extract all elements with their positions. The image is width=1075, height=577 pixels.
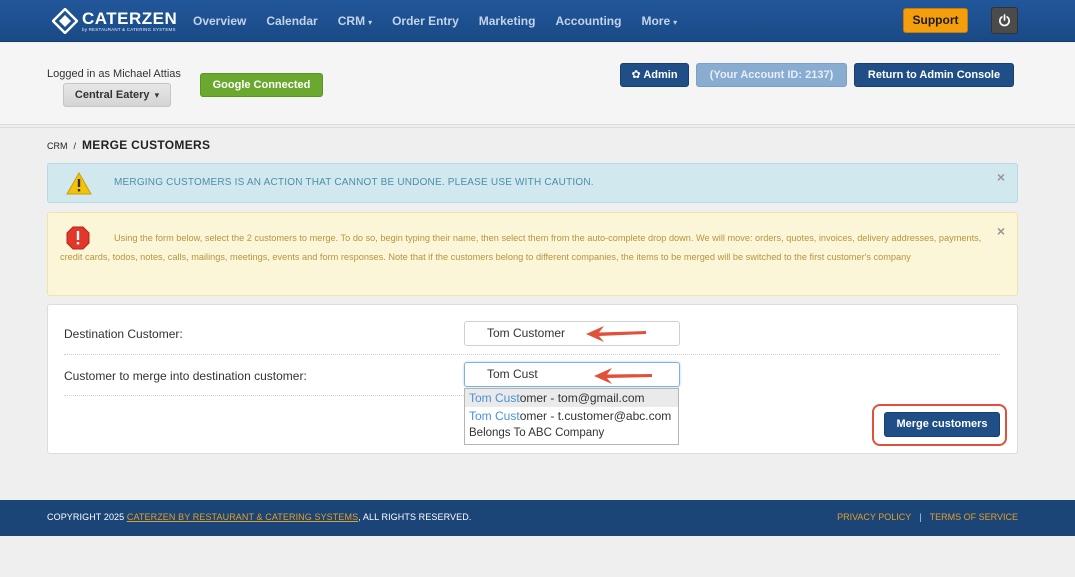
- footer-copyright: COPYRIGHT 2025 CATERZEN BY RESTAURANT & …: [47, 512, 471, 522]
- logged-in-text: Logged in as Michael Attias: [47, 68, 181, 80]
- destination-customer-label: Destination Customer:: [64, 327, 183, 341]
- nav-order-entry-label: Order Entry: [392, 14, 459, 28]
- account-id-badge: (Your Account ID: 2137): [696, 63, 847, 87]
- autocomplete-dropdown: Tom Customer - tom@gmail.com Tom Custome…: [464, 388, 679, 445]
- logout-button[interactable]: [991, 7, 1018, 34]
- rights-text: , ALL RIGHTS RESERVED.: [358, 512, 472, 522]
- warning-icon: [66, 172, 92, 195]
- form-row-divider: [64, 395, 464, 396]
- return-to-admin-console-button[interactable]: Return to Admin Console: [854, 63, 1014, 87]
- close-icon[interactable]: ×: [997, 223, 1005, 239]
- autocomplete-option-text: omer - tom@gmail.com: [519, 391, 645, 405]
- nav-calendar[interactable]: Calendar: [256, 14, 327, 28]
- location-dropdown-label: Central Eatery: [74, 89, 150, 101]
- nav-more-label: More: [641, 14, 671, 28]
- nav-overview-label: Overview: [193, 14, 247, 28]
- google-connected-button[interactable]: Google Connected: [200, 73, 323, 97]
- nav-more[interactable]: More ▾: [631, 14, 687, 28]
- instructions-alert-text: Using the form below, select the 2 custo…: [60, 233, 982, 262]
- breadcrumb-separator: /: [73, 141, 77, 151]
- copyright-text: COPYRIGHT 2025: [47, 512, 127, 522]
- admin-button-label: Admin: [643, 69, 678, 81]
- close-icon[interactable]: ×: [997, 169, 1005, 185]
- main-nav: Overview Calendar CRM ▾ Order Entry Marke…: [183, 0, 687, 42]
- caterzen-logo[interactable]: CATERZEN by RESTAURANT & CATERING SYSTEM…: [52, 8, 177, 34]
- power-icon: [999, 14, 1010, 27]
- breadcrumb-crm[interactable]: CRM: [47, 141, 68, 151]
- footer-separator: |: [919, 512, 922, 522]
- nav-accounting-label: Accounting: [555, 14, 622, 28]
- footer: COPYRIGHT 2025 CATERZEN BY RESTAURANT & …: [0, 500, 1075, 536]
- chevron-down-icon: ▾: [154, 90, 160, 100]
- autocomplete-match: Tom Cust: [469, 391, 520, 405]
- nav-overview[interactable]: Overview: [183, 14, 256, 28]
- autocomplete-option[interactable]: Tom Customer - t.customer@abc.com Belong…: [465, 407, 678, 441]
- logo-subtitle: by RESTAURANT & CATERING SYSTEMS: [82, 26, 176, 32]
- caution-alert: MERGING CUSTOMERS IS AN ACTION THAT CANN…: [47, 163, 1018, 203]
- nav-accounting[interactable]: Accounting: [545, 14, 631, 28]
- terms-of-service-link[interactable]: TERMS OF SERVICE: [930, 512, 1018, 522]
- instructions-alert: Using the form below, select the 2 custo…: [47, 212, 1018, 296]
- logo-text: CATERZEN by RESTAURANT & CATERING SYSTEM…: [82, 10, 177, 33]
- caution-alert-text: MERGING CUSTOMERS IS AN ACTION THAT CANN…: [114, 177, 594, 188]
- privacy-policy-link[interactable]: PRIVACY POLICY: [837, 512, 911, 522]
- nav-marketing-label: Marketing: [478, 14, 536, 28]
- autocomplete-option-text: omer - t.customer@abc.com: [519, 409, 672, 423]
- form-row-divider: [64, 354, 1000, 355]
- annotation-arrow-icon: [594, 368, 652, 384]
- chevron-down-icon: ▾: [368, 18, 373, 27]
- autocomplete-option-company: Belongs To ABC Company: [469, 427, 605, 439]
- caterzen-logo-icon: [52, 8, 78, 34]
- admin-button[interactable]: ✿ Admin: [620, 63, 689, 87]
- chevron-down-icon: ▾: [673, 18, 678, 27]
- location-dropdown[interactable]: Central Eatery ▾: [63, 83, 171, 107]
- logo-name: CATERZEN: [82, 8, 178, 28]
- autocomplete-option[interactable]: Tom Customer - tom@gmail.com: [465, 389, 678, 407]
- account-bar-divider: [0, 127, 1075, 128]
- merge-customer-label: Customer to merge into destination custo…: [64, 369, 307, 383]
- top-navbar: CATERZEN by RESTAURANT & CATERING SYSTEM…: [0, 0, 1075, 42]
- annotation-highlight-ring: [872, 404, 1007, 446]
- gear-icon: ✿: [631, 69, 641, 81]
- nav-calendar-label: Calendar: [266, 14, 318, 28]
- annotation-arrow-icon: [586, 326, 646, 342]
- company-link[interactable]: CATERZEN BY RESTAURANT & CATERING SYSTEM…: [127, 512, 358, 522]
- nav-crm-label: CRM: [337, 14, 366, 28]
- nav-crm[interactable]: CRM ▾: [328, 14, 382, 28]
- breadcrumb: CRM / MERGE CUSTOMERS: [47, 138, 210, 152]
- nav-order-entry[interactable]: Order Entry: [382, 14, 469, 28]
- page-title: MERGE CUSTOMERS: [82, 138, 211, 152]
- autocomplete-match: Tom Cust: [469, 409, 520, 423]
- footer-links: PRIVACY POLICY | TERMS OF SERVICE: [837, 512, 1018, 522]
- nav-marketing[interactable]: Marketing: [469, 14, 546, 28]
- support-button[interactable]: Support: [903, 8, 968, 33]
